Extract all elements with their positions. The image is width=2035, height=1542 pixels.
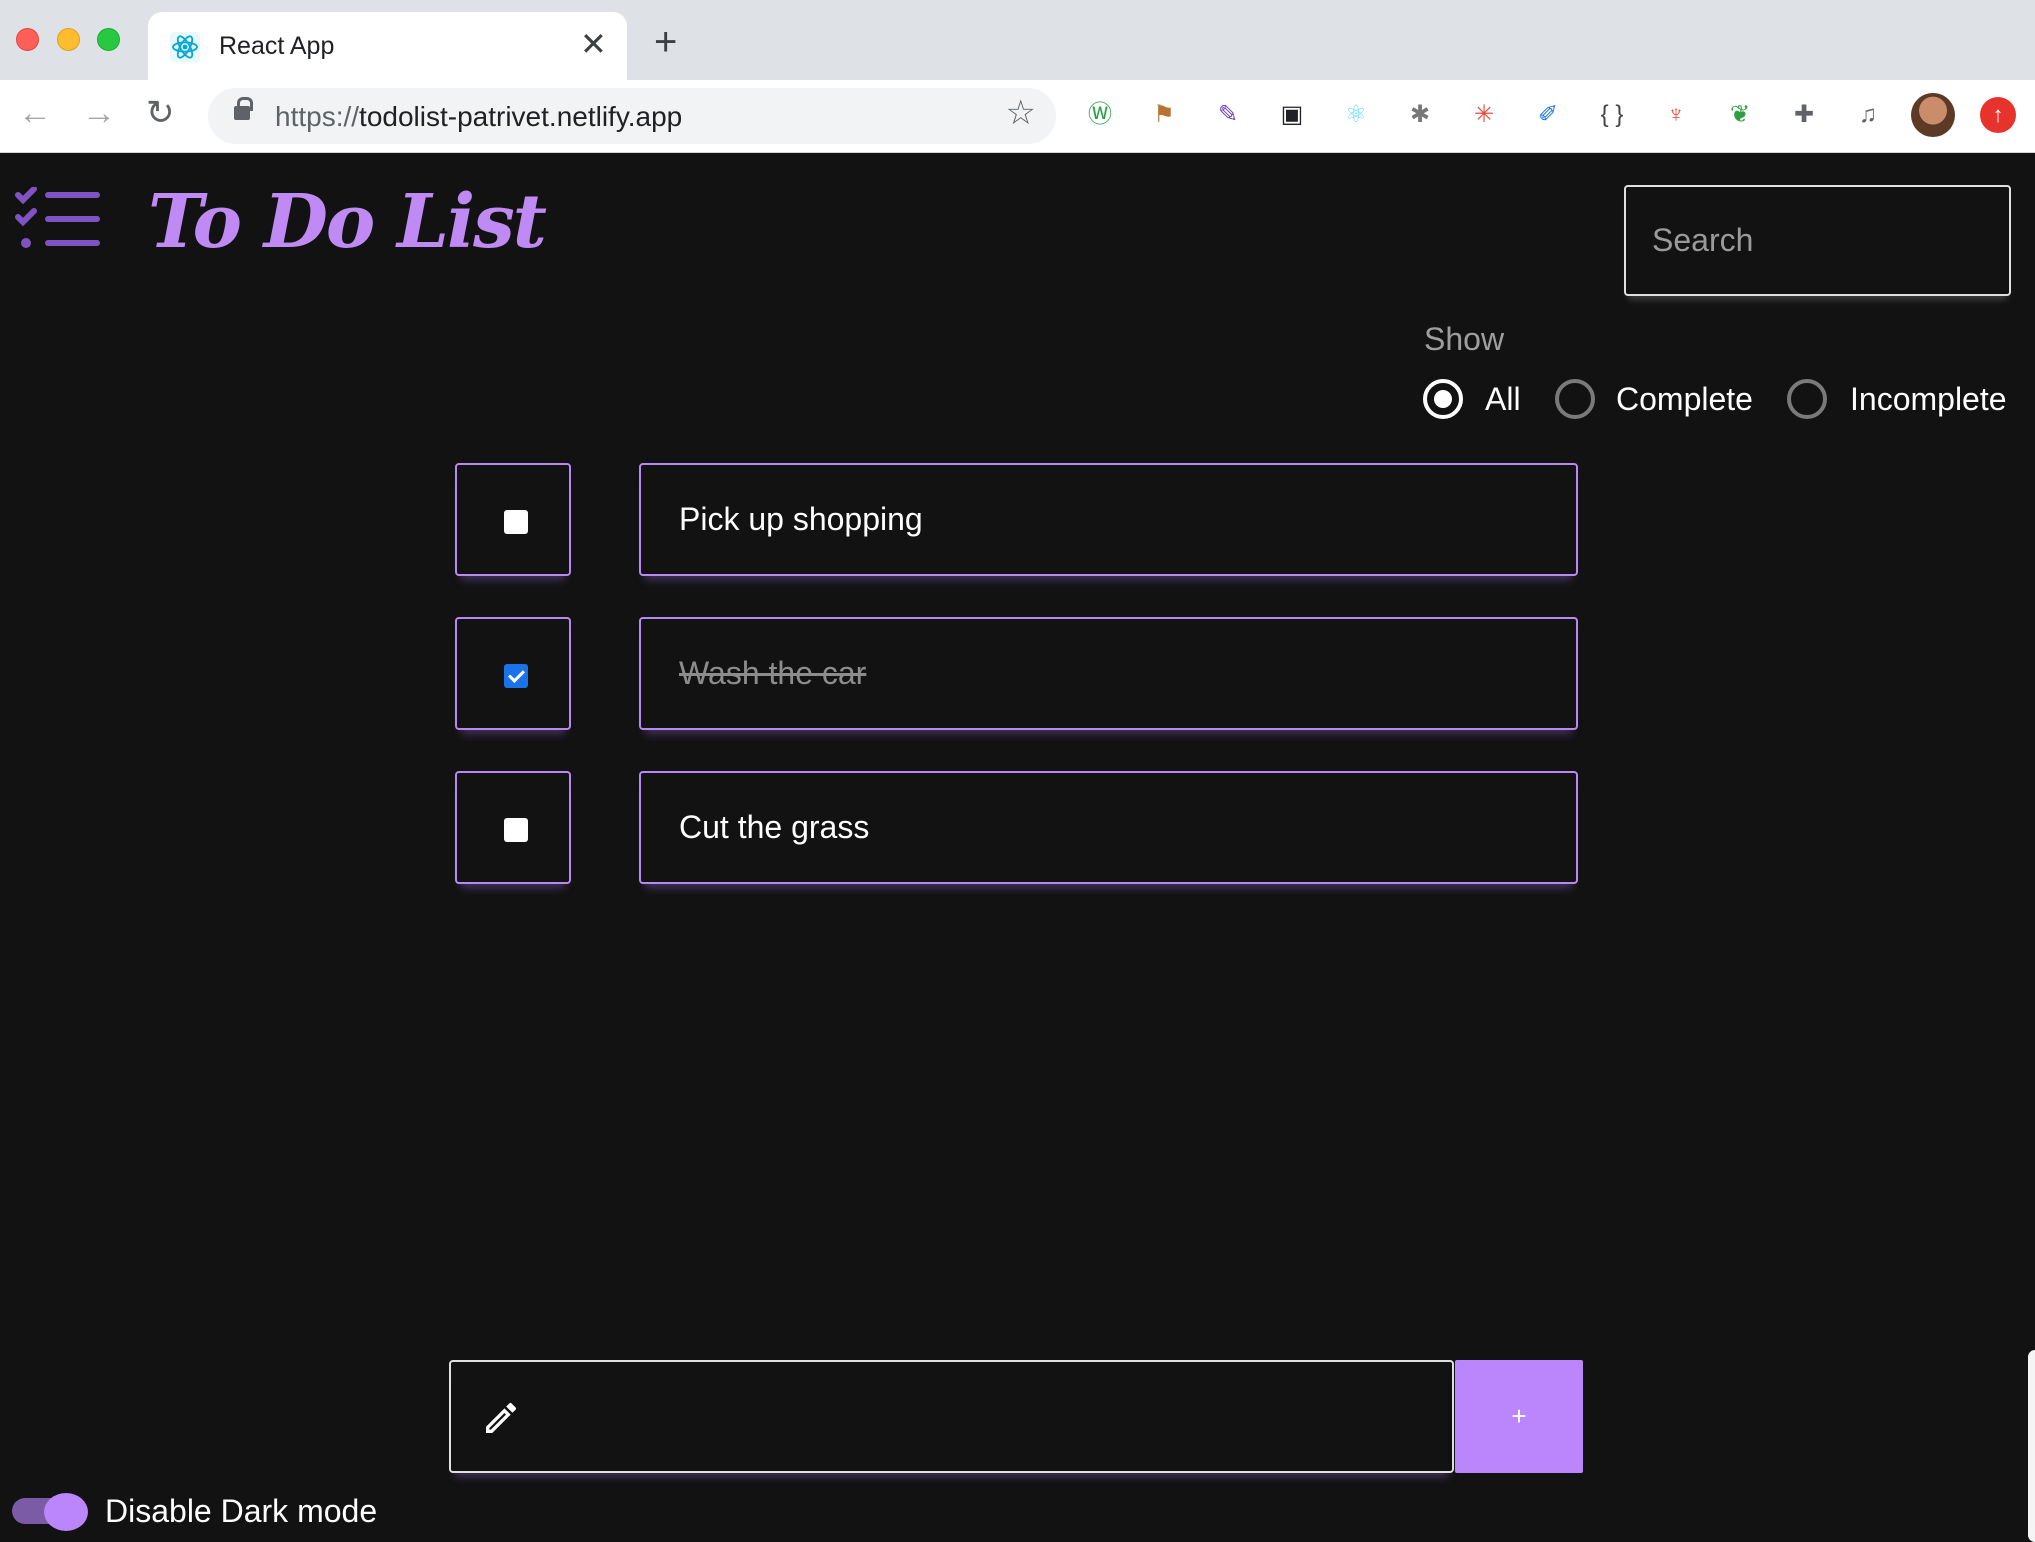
window-zoom-button[interactable] xyxy=(97,28,120,51)
json-extension-icon[interactable]: { } xyxy=(1594,97,1630,133)
eyedropper-extension-icon[interactable]: ✎ xyxy=(1210,97,1246,133)
browser-tab-active[interactable]: React App ✕ xyxy=(148,12,627,80)
back-arrow-icon[interactable]: ← xyxy=(18,96,52,130)
filter-all-radio[interactable] xyxy=(1423,379,1463,419)
signpost-extension-icon[interactable]: ⚑ xyxy=(1146,97,1182,133)
task-item[interactable]: Pick up shopping xyxy=(639,463,1578,576)
app-title: To Do List xyxy=(148,179,547,265)
window-minimize-button[interactable] xyxy=(57,28,80,51)
filter-complete-radio[interactable] xyxy=(1555,379,1595,419)
forward-arrow-icon[interactable]: → xyxy=(82,96,116,130)
task-checkbox[interactable] xyxy=(504,664,528,688)
new-tab-button[interactable]: + xyxy=(654,22,677,62)
todo-app: To Do List Show All Complete Incomplete … xyxy=(0,153,2035,1542)
task-checkbox-container[interactable] xyxy=(455,617,571,730)
address-bar[interactable]: https://todolist-patrivet.netlify.app ☆ xyxy=(208,88,1056,144)
new-task-input[interactable] xyxy=(547,1362,1427,1471)
add-task-button[interactable]: + xyxy=(1455,1360,1583,1473)
task-text[interactable]: Pick up shopping xyxy=(679,501,923,538)
search-box[interactable] xyxy=(1624,185,2011,296)
puzzle-extensions-icon[interactable]: ✚ xyxy=(1786,97,1822,133)
task-item[interactable]: Wash the car xyxy=(639,617,1578,730)
reload-icon[interactable]: ↻ xyxy=(146,96,175,130)
screenshot-extension-icon[interactable]: ▣ xyxy=(1274,97,1310,133)
tab-close-icon[interactable]: ✕ xyxy=(580,28,607,60)
filter-incomplete-radio[interactable] xyxy=(1787,379,1827,419)
checklist-logo-icon xyxy=(15,187,100,248)
colorful-extension-icon[interactable]: ✳ xyxy=(1466,97,1502,133)
tab-title: React App xyxy=(219,32,335,60)
dark-mode-toggle-label[interactable]: Disable Dark mode xyxy=(105,1493,377,1530)
media-queue-icon[interactable]: ♫ xyxy=(1850,97,1886,133)
new-task-box[interactable] xyxy=(449,1360,1454,1473)
filter-label: Show xyxy=(1424,321,1505,357)
filter-all-label[interactable]: All xyxy=(1485,379,1521,419)
dark-mode-toggle-knob[interactable] xyxy=(44,1493,88,1531)
task-text[interactable]: Wash the car xyxy=(679,655,866,692)
filter-incomplete-label[interactable]: Incomplete xyxy=(1850,379,2007,419)
task-checkbox[interactable] xyxy=(504,818,528,842)
lock-icon[interactable] xyxy=(234,97,253,120)
window-close-button[interactable] xyxy=(16,28,39,51)
bug-extension-icon[interactable]: ✱ xyxy=(1402,97,1438,133)
search-input[interactable] xyxy=(1626,187,2009,294)
sitemap-extension-icon[interactable]: ♆ xyxy=(1658,97,1694,133)
update-arrow-icon[interactable]: ↑ xyxy=(1980,97,2016,133)
browser-toolbar: ← → ↻ https://todolist-patrivet.netlify.… xyxy=(0,80,2035,153)
whatsapp-extension-icon[interactable]: Ⓦ xyxy=(1082,97,1118,133)
pencil-icon xyxy=(486,1402,517,1433)
color-picker-extension-icon[interactable]: ✐ xyxy=(1530,97,1566,133)
bookmark-star-icon[interactable]: ☆ xyxy=(1006,96,1036,130)
react-devtools-extension-icon[interactable]: ⚛ xyxy=(1338,97,1374,133)
task-checkbox-container[interactable] xyxy=(455,771,571,884)
filter-complete-label[interactable]: Complete xyxy=(1616,379,1753,419)
task-text[interactable]: Cut the grass xyxy=(679,809,869,846)
address-url[interactable]: https://todolist-patrivet.netlify.app xyxy=(275,101,682,133)
profile-avatar[interactable] xyxy=(1911,93,1955,137)
task-item[interactable]: Cut the grass xyxy=(639,771,1578,884)
leaf-extension-icon[interactable]: ❦ xyxy=(1722,97,1758,133)
side-edge-tab[interactable] xyxy=(2028,1350,2035,1542)
browser-tab-bar: React App ✕ + xyxy=(0,0,2035,80)
task-checkbox[interactable] xyxy=(504,510,528,534)
react-favicon-icon xyxy=(170,32,200,62)
task-checkbox-container[interactable] xyxy=(455,463,571,576)
